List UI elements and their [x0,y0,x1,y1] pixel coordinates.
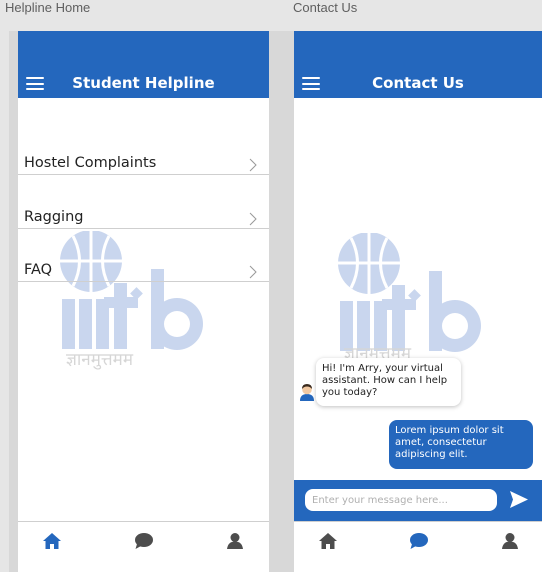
page-title: Contact Us [372,74,464,92]
bottom-navigation [18,521,269,572]
left-frame-gutter [9,31,18,572]
menu-item-hostel-complaints[interactable]: Hostel Complaints [18,121,269,175]
chat-icon[interactable] [134,532,154,550]
watermark-tagline: ज्ञानमुत्तमम [66,350,133,370]
frame-label-helpline-home: Helpline Home [5,0,91,15]
contact-us-screen: Contact Us ज्ञानमुत्तमम Hi! I'm Arry, yo… [294,31,542,572]
chevron-right-icon [249,212,257,226]
chevron-right-icon [249,265,257,279]
menu-item-faq[interactable]: FAQ [18,228,269,282]
send-icon[interactable] [509,490,529,509]
helpline-home-screen: Student Helpline ज्ञानमुत्तमम Hostel Com… [18,31,269,572]
chevron-right-icon [249,158,257,172]
chat-message-user: Lorem ipsum dolor sit amet, consectetur … [389,420,533,469]
menu-item-label: FAQ [24,262,53,278]
app-header: Contact Us [294,31,542,98]
profile-icon[interactable] [225,532,245,550]
bottom-navigation [294,521,542,572]
home-icon[interactable] [318,532,338,550]
message-input-bar [294,480,542,521]
message-input[interactable] [305,489,497,511]
home-icon[interactable] [42,532,62,550]
menu-item-label: Ragging [24,209,84,225]
menu-item-ragging[interactable]: Ragging [18,175,269,229]
frame-label-contact-us: Contact Us [293,0,358,15]
app-header: Student Helpline [18,31,269,98]
menu-item-label: Hostel Complaints [24,155,157,171]
profile-icon[interactable] [500,532,520,550]
chat-message-bot: Hi! I'm Arry, your virtual assistant. Ho… [316,358,461,406]
frame-separator [269,31,294,572]
page-title: Student Helpline [72,74,215,92]
bot-avatar-icon [300,384,314,401]
chat-icon[interactable] [409,532,429,550]
